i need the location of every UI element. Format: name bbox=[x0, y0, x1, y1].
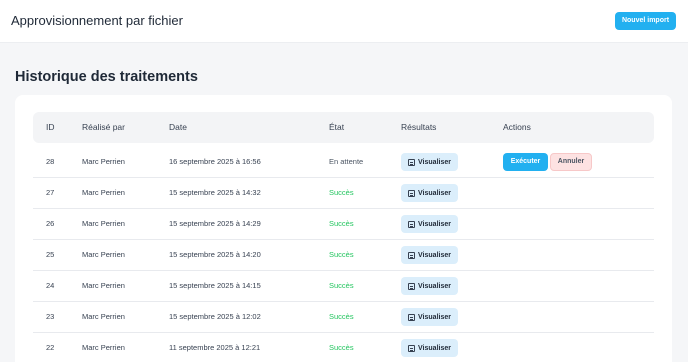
table-row: 26 Marc Perrien 15 septembre 2025 à 14:29 S… bbox=[33, 209, 654, 240]
cell-user: Marc Perrien bbox=[82, 219, 125, 228]
status-badge: Succès bbox=[329, 312, 354, 321]
status-badge: Succès bbox=[329, 250, 354, 259]
document-icon bbox=[408, 344, 416, 352]
view-results-label: Visualiser bbox=[418, 158, 451, 166]
document-icon bbox=[408, 251, 416, 259]
document-icon bbox=[408, 282, 416, 290]
table-row: 22 Marc Perrien 11 septembre 2025 à 12:21 S… bbox=[33, 333, 654, 362]
cell-user: Marc Perrien bbox=[82, 281, 125, 290]
view-results-label: Visualiser bbox=[418, 251, 451, 259]
cell-date: 15 septembre 2025 à 14:32 bbox=[169, 188, 261, 197]
view-results-label: Visualiser bbox=[418, 282, 451, 290]
status-badge: En attente bbox=[329, 157, 364, 166]
cell-id: 25 bbox=[46, 250, 55, 259]
column-header-results: Résultats bbox=[401, 122, 437, 132]
cell-id: 28 bbox=[46, 157, 55, 166]
table-header: ID Réalisé par Date État Résultats Actio… bbox=[33, 112, 654, 143]
cell-id: 27 bbox=[46, 188, 55, 197]
top-bar: Approvisionnement par fichier Nouvel imp… bbox=[0, 0, 688, 43]
view-results-label: Visualiser bbox=[418, 313, 451, 321]
column-header-state: État bbox=[329, 122, 345, 132]
view-results-button[interactable]: Visualiser bbox=[401, 246, 458, 264]
cell-date: 16 septembre 2025 à 16:56 bbox=[169, 157, 261, 166]
table-row: 28 Marc Perrien 16 septembre 2025 à 16:56 E… bbox=[33, 147, 654, 178]
view-results-label: Visualiser bbox=[418, 220, 451, 228]
section-title: Historique des traitements bbox=[15, 69, 198, 85]
table-row: 24 Marc Perrien 15 septembre 2025 à 14:15 S… bbox=[33, 271, 654, 302]
cell-id: 24 bbox=[46, 281, 55, 290]
cell-id: 22 bbox=[46, 343, 55, 352]
cell-date: 15 septembre 2025 à 14:20 bbox=[169, 250, 261, 259]
view-results-button[interactable]: Visualiser bbox=[401, 339, 458, 357]
column-header-user: Réalisé par bbox=[82, 122, 125, 132]
view-results-button[interactable]: Visualiser bbox=[401, 308, 458, 326]
view-results-label: Visualiser bbox=[418, 189, 451, 197]
new-import-button[interactable]: Nouvel import bbox=[615, 12, 676, 30]
column-header-date: Date bbox=[169, 122, 187, 132]
view-results-button[interactable]: Visualiser bbox=[401, 184, 458, 202]
column-header-actions: Actions bbox=[503, 122, 531, 132]
cell-date: 15 septembre 2025 à 14:15 bbox=[169, 281, 261, 290]
document-icon bbox=[408, 189, 416, 197]
view-results-button[interactable]: Visualiser bbox=[401, 153, 458, 171]
view-results-button[interactable]: Visualiser bbox=[401, 277, 458, 295]
cancel-button[interactable]: Annuler bbox=[550, 153, 592, 171]
view-results-label: Visualiser bbox=[418, 344, 451, 352]
status-badge: Succès bbox=[329, 188, 354, 197]
document-icon bbox=[408, 220, 416, 228]
cell-date: 15 septembre 2025 à 14:29 bbox=[169, 219, 261, 228]
status-badge: Succès bbox=[329, 343, 354, 352]
table-row: 25 Marc Perrien 15 septembre 2025 à 14:20 S… bbox=[33, 240, 654, 271]
document-icon bbox=[408, 313, 416, 321]
table-row: 23 Marc Perrien 15 septembre 2025 à 12:02 S… bbox=[33, 302, 654, 333]
cell-user: Marc Perrien bbox=[82, 343, 125, 352]
cell-user: Marc Perrien bbox=[82, 250, 125, 259]
status-badge: Succès bbox=[329, 281, 354, 290]
cell-date: 11 septembre 2025 à 12:21 bbox=[169, 343, 261, 352]
cell-user: Marc Perrien bbox=[82, 157, 125, 166]
cell-user: Marc Perrien bbox=[82, 188, 125, 197]
execute-button[interactable]: Exécuter bbox=[503, 153, 548, 171]
cell-user: Marc Perrien bbox=[82, 312, 125, 321]
cell-date: 15 septembre 2025 à 12:02 bbox=[169, 312, 261, 321]
status-badge: Succès bbox=[329, 219, 354, 228]
page-title: Approvisionnement par fichier bbox=[11, 13, 183, 28]
cell-id: 26 bbox=[46, 219, 55, 228]
cell-id: 23 bbox=[46, 312, 55, 321]
view-results-button[interactable]: Visualiser bbox=[401, 215, 458, 233]
document-icon bbox=[408, 158, 416, 166]
column-header-id: ID bbox=[46, 122, 55, 132]
table-row: 27 Marc Perrien 15 septembre 2025 à 14:32 S… bbox=[33, 178, 654, 209]
